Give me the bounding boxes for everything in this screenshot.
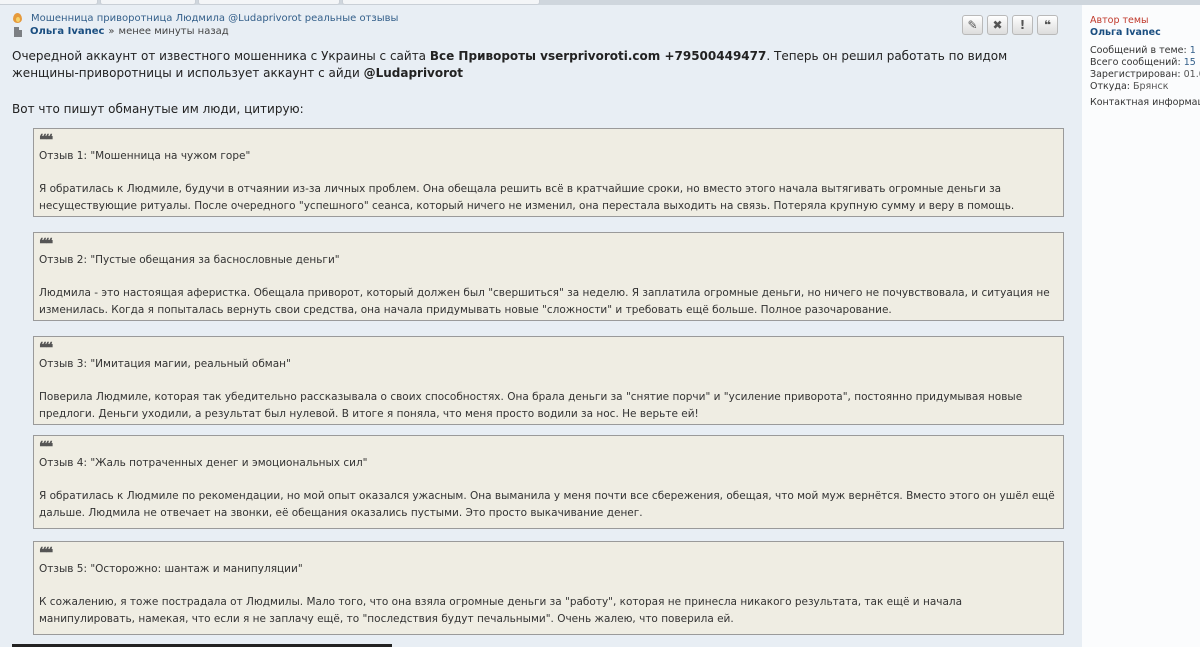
quote-block-5: ❝❝ Отзыв 5: "Осторожно: шантаж и манипул… — [33, 541, 1064, 635]
delete-button[interactable]: ✖ — [987, 15, 1008, 35]
fire-icon — [12, 12, 24, 24]
post-time: менее минуты назад — [118, 26, 229, 37]
edit-button[interactable]: ✎ — [962, 15, 983, 35]
quote-block-1: ❝❝ Отзыв 1: "Мошенница на чужом горе" Я … — [33, 128, 1064, 217]
quote-mark-icon: ❝❝ — [39, 438, 53, 456]
quote-mark-icon: ❝❝ — [39, 339, 53, 357]
forum-post: Мошенница приворотница Людмила @Ludapriv… — [0, 5, 1080, 647]
quote-title: Отзыв 3: "Имитация магии, реальный обман… — [39, 358, 291, 370]
quote-title: Отзыв 5: "Осторожно: шантаж и манипуляци… — [39, 563, 303, 575]
breadcrumb-separator: » — [108, 26, 115, 37]
report-button[interactable]: ! — [1012, 15, 1033, 35]
pencil-icon: ✎ — [967, 18, 978, 32]
post-author-link[interactable]: Ольга Ivanec — [30, 26, 104, 37]
sidebar-author-name[interactable]: Ольга Ivanec — [1082, 27, 1200, 39]
quote-icon: ❝ — [1043, 18, 1052, 32]
quote-mark-icon: ❝❝ — [39, 235, 53, 253]
author-label: Автор темы — [1090, 15, 1149, 26]
close-icon: ✖ — [992, 18, 1003, 32]
quote-title: Отзыв 2: "Пустые обещания за баснословны… — [39, 254, 340, 266]
contact-info-link[interactable]: Контактная информаци — [1082, 97, 1200, 109]
quote-title: Отзыв 1: "Мошенница на чужом горе" — [39, 150, 251, 162]
post-toolbar: ✎ ✖ ! ❝ — [962, 15, 1058, 35]
total-posts-count: Всего сообщений: 15 — [1090, 57, 1196, 68]
quote-title: Отзыв 4: "Жаль потраченных денег и эмоци… — [39, 457, 368, 469]
location: Откуда: Брянск — [1090, 81, 1169, 92]
registered-date: Зарегистрирован: 01.0 — [1090, 69, 1200, 80]
topic-posts-count: Сообщений в теме: 1 — [1090, 45, 1196, 56]
site-name: Все Привороты vserprivoroti.com +7950044… — [429, 49, 767, 63]
post-meta-row: Ольга Ivanec » менее минуты назад — [12, 26, 229, 37]
post-topic-row: Мошенница приворотница Людмила @Ludapriv… — [12, 12, 398, 24]
quote-block-3: ❝❝ Отзыв 3: "Имитация магии, реальный об… — [33, 336, 1064, 425]
exclamation-icon: ! — [1019, 18, 1026, 32]
quote-body: Я обратилась к Людмиле, будучи в отчаяни… — [39, 183, 1015, 212]
account-handle: @Ludaprivorot — [363, 66, 464, 80]
author-sidebar: Автор темы Ольга Ivanec Сообщений в теме… — [1082, 5, 1200, 647]
intro-text: Очередной аккаунт от известного мошенник… — [12, 49, 430, 63]
quote-body: К сожалению, я тоже пострадала от Людмил… — [39, 596, 963, 625]
citing-text: Вот что пишут обманутые им люди, цитирую… — [12, 102, 304, 116]
quote-mark-icon: ❝❝ — [39, 131, 53, 149]
post-page-icon — [14, 26, 22, 37]
quote-block-2: ❝❝ Отзыв 2: "Пустые обещания за басносло… — [33, 232, 1064, 321]
quote-body: Поверила Людмиле, которая так убедительн… — [39, 391, 1023, 420]
quote-block-4: ❝❝ Отзыв 4: "Жаль потраченных денег и эм… — [33, 435, 1064, 529]
quote-mark-icon: ❝❝ — [39, 544, 53, 562]
topic-title-link[interactable]: Мошенница приворотница Людмила @Ludapriv… — [31, 13, 398, 24]
post-intro: Очередной аккаунт от известного мошенник… — [12, 48, 1072, 82]
quote-button[interactable]: ❝ — [1037, 15, 1058, 35]
quote-body: Людмила - это настоящая аферистка. Обеща… — [39, 287, 1050, 316]
quote-body: Я обратилась к Людмиле по рекомендации, … — [39, 490, 1055, 519]
